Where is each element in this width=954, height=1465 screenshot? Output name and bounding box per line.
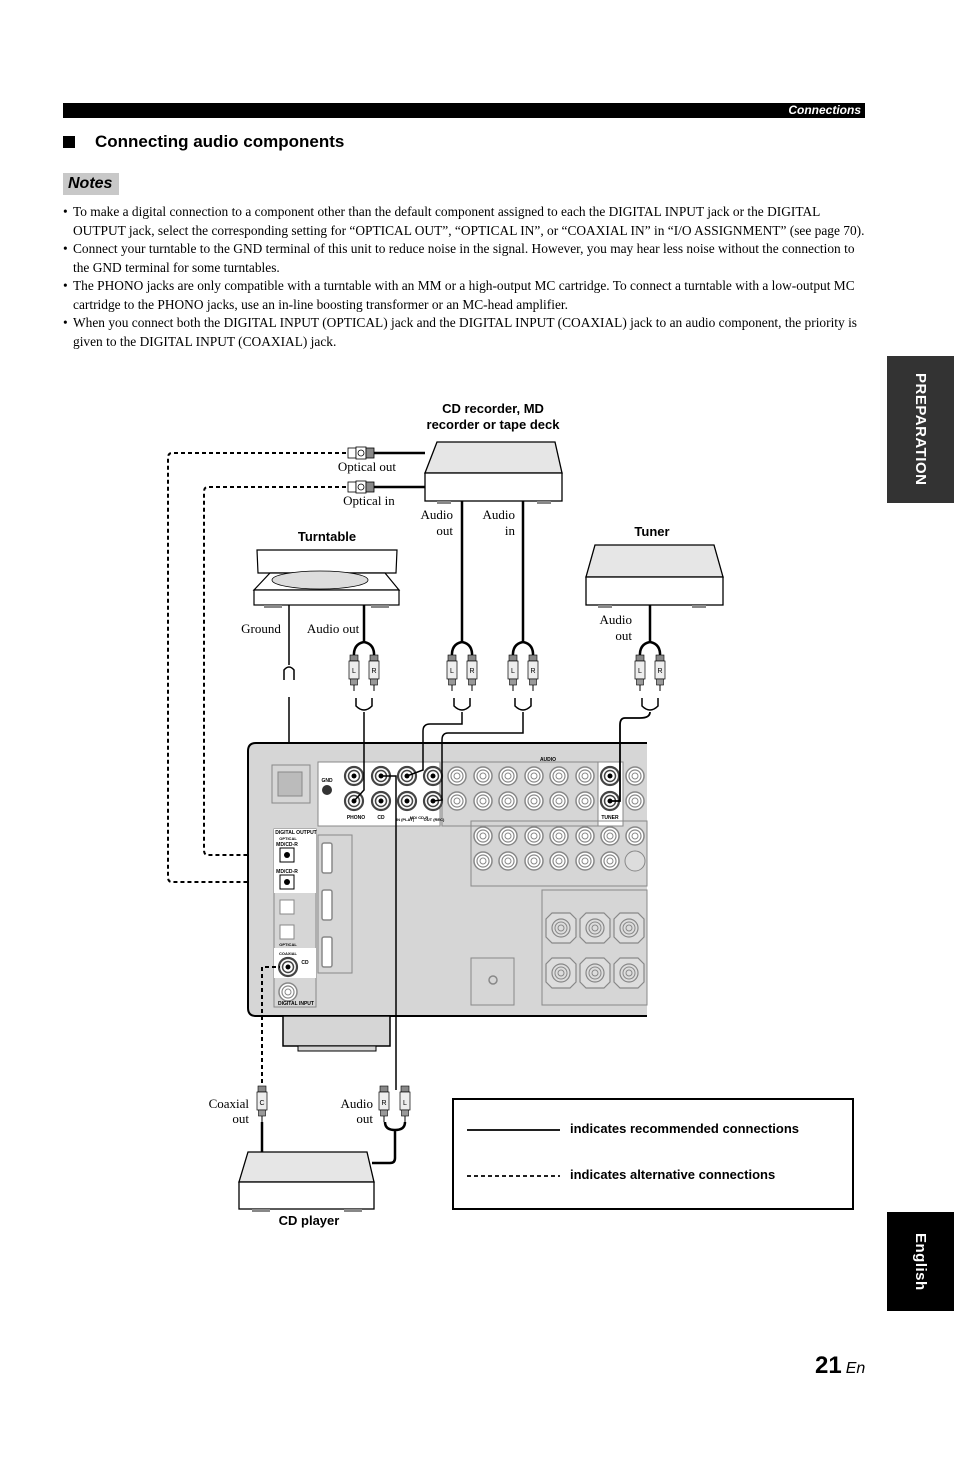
- legend-alternative: indicates alternative connections: [570, 1167, 775, 1182]
- cd-coax-label: CD: [301, 960, 309, 966]
- page-number: 21 En: [815, 1352, 865, 1380]
- recorder-device: [424, 441, 563, 504]
- plug-label-left: L: [352, 668, 356, 675]
- coaxial-out-label2: out: [232, 1111, 249, 1126]
- cd-audio-out-label2: out: [356, 1111, 373, 1126]
- cd-player-title: CD player: [279, 1213, 340, 1228]
- optical-label: OPTICAL: [279, 836, 297, 841]
- plug-label-right: R: [371, 668, 376, 675]
- md-cdr-2-label: MD/CD-R: [276, 869, 298, 875]
- plug-label-left: L: [511, 668, 515, 675]
- turntable-device: [252, 549, 401, 608]
- plug-label-coaxial: C: [259, 1100, 264, 1107]
- phono-label: PHONO: [347, 815, 365, 821]
- plug-label-left: L: [638, 668, 642, 675]
- audio-label: AUDIO: [540, 757, 556, 763]
- cd-audio-out-label1: Audio: [341, 1096, 374, 1111]
- legend-box: indicates recommended connections indica…: [452, 1098, 854, 1210]
- optical-out-label: Optical out: [338, 459, 397, 474]
- optical-2-label: OPTICAL: [279, 942, 297, 947]
- tuner-audio-out-label2: out: [615, 628, 632, 643]
- cd-label: CD: [377, 815, 385, 821]
- recorder-audio-in-label1: Audio: [483, 507, 516, 522]
- recorder-audio-out-label1: Audio: [421, 507, 454, 522]
- coaxial-out-label1: Coaxial: [209, 1096, 250, 1111]
- tuner-rca-pair: L R: [634, 640, 666, 711]
- digital-input-label: DIGITAL INPUT: [278, 1001, 314, 1007]
- turntable-rca-pair: L R: [348, 640, 380, 711]
- plug-label-right: R: [657, 668, 662, 675]
- recorder-out-rca-pair: L R: [446, 640, 478, 711]
- recorder-in-rca-pair: L R: [507, 640, 539, 711]
- plug-label-right: R: [469, 668, 474, 675]
- plug-label-right: R: [530, 668, 535, 675]
- optical-in-label: Optical in: [343, 493, 395, 508]
- tuner-title: Tuner: [634, 524, 669, 539]
- tuner-audio-out-label1: Audio: [600, 612, 633, 627]
- coaxial-label: COAXIAL: [279, 951, 298, 956]
- plug-label-left: L: [450, 668, 454, 675]
- out-rec-label: OUT (REC): [424, 817, 445, 822]
- tuner-jack-label: TUNER: [601, 815, 619, 821]
- recorder-title-line1: CD recorder, MD: [442, 401, 544, 416]
- page-number-value: 21: [815, 1352, 842, 1379]
- ground-fork-icon: [283, 666, 295, 680]
- plug-label-left: L: [403, 1100, 407, 1107]
- recorder-audio-in-label2: in: [505, 523, 516, 538]
- turntable-title: Turntable: [298, 529, 356, 544]
- page-language: En: [845, 1360, 866, 1377]
- legend-recommended: indicates recommended connections: [570, 1121, 799, 1136]
- plug-label-right: R: [381, 1100, 386, 1107]
- turntable-ground-label: Ground: [241, 621, 281, 636]
- connection-diagram: CD recorder, MD recorder or tape deck Op…: [167, 401, 854, 1228]
- receiver-rear-panel: AUDIO GND PHONO CD IN (PLAY) MD/ CD-R OU…: [247, 742, 648, 1052]
- md-cdr-1-label: MD/CD-R: [276, 842, 298, 848]
- recorder-audio-out-label2: out: [436, 523, 453, 538]
- recorder-title-line2: recorder or tape deck: [427, 417, 561, 432]
- gnd-label: GND: [321, 778, 333, 784]
- optical-out-plug: [347, 446, 375, 460]
- tuner-device: [585, 544, 724, 608]
- cd-player-device: C R L: [238, 1085, 411, 1212]
- optical-in-plug: [347, 480, 375, 494]
- turntable-audio-out-label: Audio out: [307, 621, 360, 636]
